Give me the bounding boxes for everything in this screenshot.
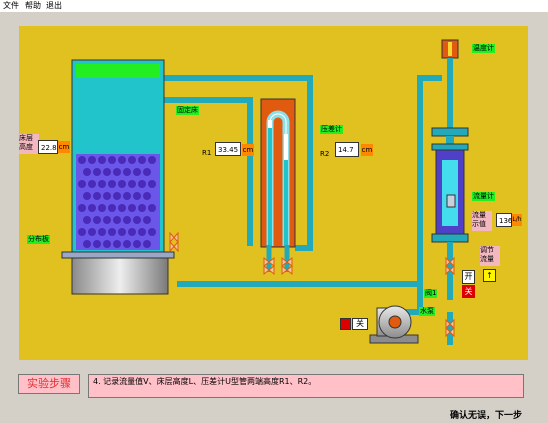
- flow-display-label: 流量 示值: [472, 211, 492, 231]
- r2-unit: cm: [361, 144, 373, 156]
- thermometer-label: 温度计: [472, 44, 495, 53]
- apparatus-diagram: [61, 39, 469, 345]
- steps-title: 实验步骤: [18, 374, 80, 394]
- rotameter-assembly: [431, 39, 469, 256]
- pump-indicator: [340, 318, 351, 330]
- r1-value: 33.45: [215, 142, 241, 156]
- pressure-gauge-label: 压差计: [320, 125, 343, 134]
- distributor-label: 分布板: [27, 235, 50, 244]
- bed-height-value: 22.8: [38, 140, 58, 154]
- fixed-bed-label: 固定床: [176, 106, 199, 115]
- steps-text: 4. 记录流量值V、床层高度L、压差计U型管两端高度R1、R2。: [88, 374, 524, 398]
- r1-unit: cm: [242, 144, 254, 156]
- valve-open-button[interactable]: 开: [462, 270, 475, 284]
- flow-value: 136: [496, 213, 512, 227]
- next-step-button[interactable]: 确认无误，下一步: [441, 409, 531, 423]
- valve1-label: 阀1: [424, 289, 438, 298]
- pump-label: 水泵: [419, 307, 435, 316]
- valve-close-button[interactable]: 关: [462, 285, 475, 298]
- bed-height-unit: cm: [58, 141, 70, 153]
- flowmeter-label: 流量计: [472, 192, 495, 201]
- bed-height-label: 床层 高度: [19, 134, 39, 154]
- adjust-flow-button[interactable]: ↑: [483, 269, 496, 282]
- pipe-network: [163, 75, 453, 345]
- adjust-flow-label: 调节 流量: [480, 246, 500, 266]
- r1-label: R1: [202, 149, 212, 157]
- r2-value: 14.7: [335, 142, 359, 157]
- packed-bed-column: [61, 59, 175, 295]
- flow-unit: L/h: [512, 214, 522, 226]
- r2-label: R2: [320, 150, 330, 158]
- u-tube-manometer: [260, 98, 296, 272]
- pump-close-button[interactable]: 关: [352, 318, 368, 330]
